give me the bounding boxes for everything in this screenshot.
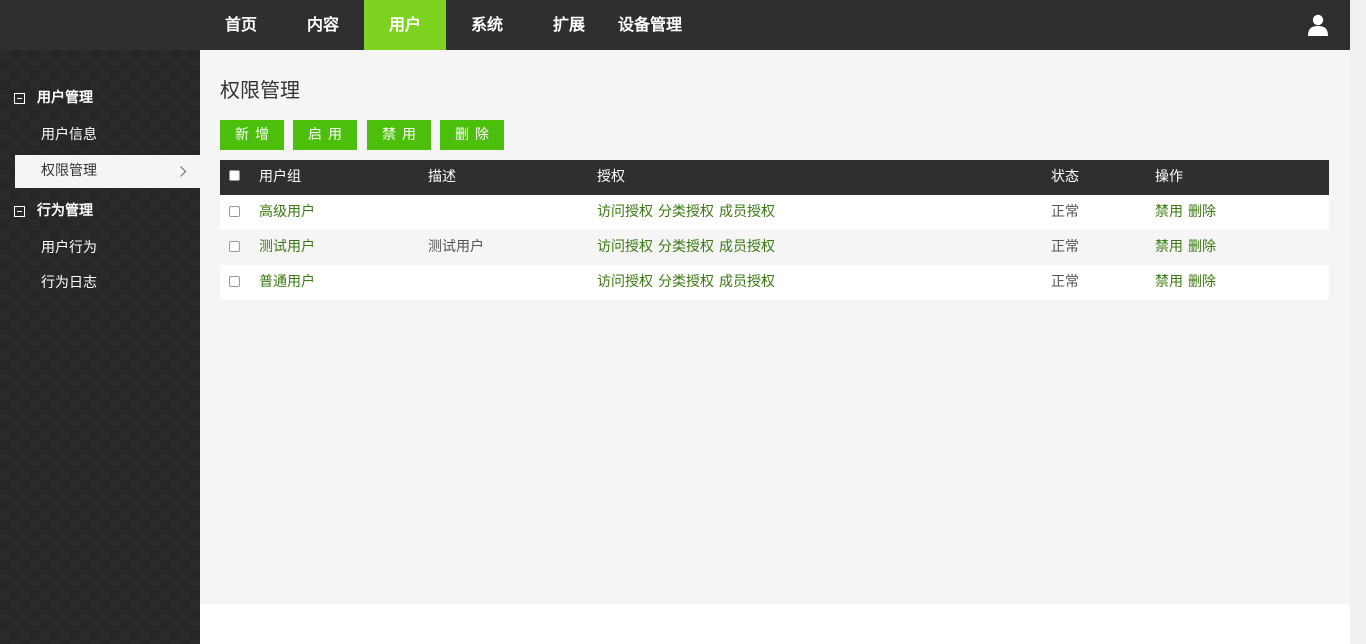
sidebar-item-user-info[interactable]: 用户信息 (15, 119, 200, 152)
group-name-link[interactable]: 高级用户 (259, 195, 315, 230)
main-nav: 首页 内容 用户 系统 扩展 设备管理 (200, 0, 682, 50)
nav-content[interactable]: 内容 (282, 0, 364, 50)
header-authorization: 授权 (597, 169, 625, 185)
page-title: 权限管理 (220, 78, 300, 102)
row-checkbox[interactable] (229, 241, 240, 252)
nav-extend[interactable]: 扩展 (528, 0, 610, 50)
group-name-link[interactable]: 普通用户 (259, 265, 315, 300)
access-auth-link[interactable]: 访问授权 (597, 239, 653, 255)
sidebar-item-label: 权限管理 (41, 163, 97, 179)
status-text: 正常 (1051, 239, 1079, 255)
member-auth-link[interactable]: 成员授权 (719, 204, 775, 220)
main-content: 权限管理 新增 启用 禁用 删除 用户组 描述 授权 状态 操作 高级用户 访问… (200, 50, 1350, 604)
member-auth-link[interactable]: 成员授权 (719, 239, 775, 255)
sidebar-group-behavior-management[interactable]: 行为管理 (14, 201, 93, 221)
nav-device-management[interactable]: 设备管理 (610, 0, 682, 50)
sidebar-item-behavior-log[interactable]: 行为日志 (15, 267, 200, 300)
sidebar-item-permission-management[interactable]: 权限管理 (15, 155, 200, 188)
status-text: 正常 (1051, 274, 1079, 290)
add-button[interactable]: 新增 (220, 120, 284, 150)
authorization-links: 访问授权 分类授权 成员授权 (597, 230, 775, 265)
nav-home[interactable]: 首页 (200, 0, 282, 50)
row-checkbox[interactable] (229, 276, 240, 287)
category-auth-link[interactable]: 分类授权 (658, 204, 714, 220)
nav-system[interactable]: 系统 (446, 0, 528, 50)
group-description: 测试用户 (428, 239, 484, 255)
authorization-links: 访问授权 分类授权 成员授权 (597, 265, 775, 300)
sidebar-group-label: 用户管理 (37, 90, 93, 106)
sidebar-group-label: 行为管理 (37, 203, 93, 219)
header-description: 描述 (428, 169, 456, 185)
status-text: 正常 (1051, 204, 1079, 220)
access-auth-link[interactable]: 访问授权 (597, 204, 653, 220)
row-delete-link[interactable]: 删除 (1188, 239, 1216, 255)
operation-links: 禁用 删除 (1155, 230, 1216, 265)
table-row: 测试用户 测试用户 访问授权 分类授权 成员授权 正常 禁用 删除 (220, 230, 1329, 265)
category-auth-link[interactable]: 分类授权 (658, 239, 714, 255)
group-name-link[interactable]: 测试用户 (259, 230, 315, 265)
authorization-links: 访问授权 分类授权 成员授权 (597, 195, 775, 230)
row-disable-link[interactable]: 禁用 (1155, 204, 1183, 220)
select-all-checkbox[interactable] (229, 170, 240, 181)
operation-links: 禁用 删除 (1155, 265, 1216, 300)
disable-button[interactable]: 禁用 (367, 120, 431, 150)
scrollbar-track[interactable] (1350, 0, 1366, 644)
chevron-right-icon (180, 166, 186, 177)
row-disable-link[interactable]: 禁用 (1155, 239, 1183, 255)
row-checkbox[interactable] (229, 206, 240, 217)
sidebar-item-label: 行为日志 (41, 275, 97, 291)
access-auth-link[interactable]: 访问授权 (597, 274, 653, 290)
nav-users[interactable]: 用户 (364, 0, 446, 50)
member-auth-link[interactable]: 成员授权 (719, 274, 775, 290)
header-group: 用户组 (259, 169, 301, 185)
operation-links: 禁用 删除 (1155, 195, 1216, 230)
minus-square-icon (14, 205, 25, 217)
table-header: 用户组 描述 授权 状态 操作 (220, 160, 1329, 195)
sidebar-item-label: 用户信息 (41, 127, 97, 143)
user-icon[interactable] (1308, 14, 1328, 36)
row-delete-link[interactable]: 删除 (1188, 204, 1216, 220)
delete-button[interactable]: 删除 (440, 120, 504, 150)
category-auth-link[interactable]: 分类授权 (658, 274, 714, 290)
sidebar-item-label: 用户行为 (41, 240, 97, 256)
minus-square-icon (14, 92, 25, 104)
sidebar: 用户管理 用户信息 权限管理 行为管理 用户行为 行为日志 (0, 50, 200, 644)
enable-button[interactable]: 启用 (293, 120, 357, 150)
header-operations: 操作 (1155, 169, 1183, 185)
top-navbar: 首页 内容 用户 系统 扩展 设备管理 (0, 0, 1350, 50)
sidebar-item-user-behavior[interactable]: 用户行为 (15, 232, 200, 265)
permission-table: 用户组 描述 授权 状态 操作 高级用户 访问授权 分类授权 成员授权 正常 禁用删… (220, 160, 1329, 300)
sidebar-group-user-management[interactable]: 用户管理 (14, 88, 93, 108)
header-status: 状态 (1051, 169, 1079, 185)
row-delete-link[interactable]: 删除 (1188, 274, 1216, 290)
row-disable-link[interactable]: 禁用 (1155, 274, 1183, 290)
table-row: 普通用户 访问授权 分类授权 成员授权 正常 禁用 删除 (220, 265, 1329, 300)
table-row: 高级用户 访问授权 分类授权 成员授权 正常 禁用 删除 (220, 195, 1329, 230)
